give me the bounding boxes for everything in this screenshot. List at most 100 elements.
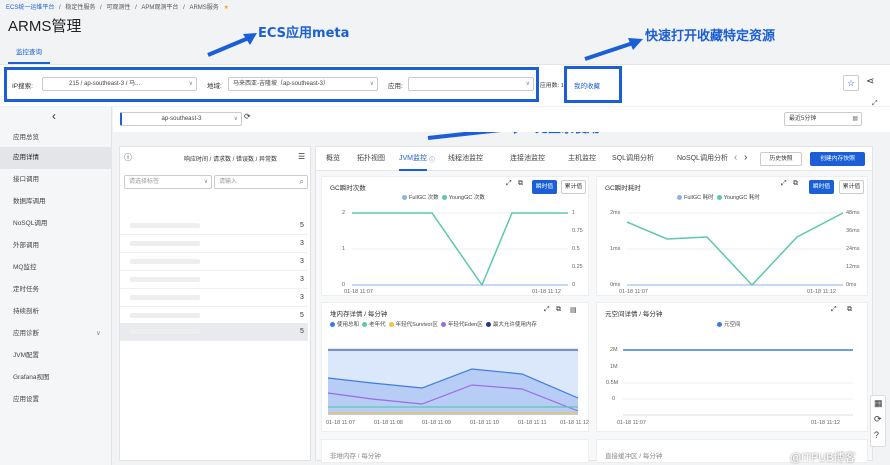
breadcrumb-sep: / (135, 5, 137, 11)
calendar-icon[interactable]: ▦ (874, 398, 883, 409)
sidebar-item-app-detail[interactable]: 应用详情 (0, 147, 112, 169)
history-snapshot-button[interactable]: 历史快照 (760, 152, 802, 166)
tab-nosql[interactable]: NoSQL调用分析 (677, 147, 733, 171)
sidebar-item-jvm-config[interactable]: JVM配置 (0, 345, 112, 367)
y-tick: 1 (342, 246, 346, 252)
y-tick: 12ms (846, 264, 860, 270)
star-icon[interactable]: ★ (223, 5, 228, 11)
nonheap-chart: 非堆内存 / 每分钟 (321, 439, 589, 463)
chevron-right-icon[interactable]: › (744, 152, 747, 163)
app-count: 应用数: 1 (540, 83, 564, 89)
share-icon[interactable]: ⋖ (866, 76, 874, 87)
sidebar-item-interface[interactable]: 接口调用 (0, 169, 112, 191)
x-tick: 01-18 11:07 (326, 420, 355, 426)
app-select[interactable]: ∨ (408, 77, 534, 91)
create-snapshot-button[interactable]: 创建内存快照 (810, 152, 865, 166)
x-tick: 01-18 11:12 (811, 420, 840, 426)
search-input[interactable]: 请输入 ⌕ (214, 175, 308, 189)
chevron-down-icon: ∨ (188, 81, 193, 87)
gc-time-chart: GC瞬时耗时 ⤢ ⧉ 瞬时值 累计值 FullGC 耗时 YoungGC 耗时 … (596, 176, 868, 296)
tab-monitor-query[interactable]: 监控查询 (8, 44, 50, 64)
annotation-ecs-meta: ECS应用meta (258, 26, 350, 41)
region-select[interactable]: 马来西亚-吉隆坡（ap-southeast-3） ∨ (228, 77, 378, 91)
ip-search-select[interactable]: 215 / ap-southeast-3 / 马... ∨ (42, 77, 197, 91)
y-tick: 2M (610, 347, 618, 353)
tab-sql[interactable]: SQL调用分析 (612, 147, 654, 171)
list-item[interactable]: 3 (120, 235, 308, 253)
tab-topology[interactable]: 拓扑视图 (357, 147, 385, 171)
refresh-icon[interactable]: ⟳ (874, 414, 882, 425)
sidebar-item-scheduled[interactable]: 定时任务 (0, 279, 112, 301)
breadcrumb-sep: / (183, 5, 185, 11)
sidebar-item-overview[interactable]: 应用总览 (0, 127, 112, 149)
y-tick: 0 (572, 282, 576, 288)
arrow-icon (584, 38, 643, 61)
chevron-down-icon: ∨ (233, 116, 238, 122)
sidebar-item-db[interactable]: 数据库调用 (0, 191, 112, 213)
list-item[interactable]: 5 (120, 217, 308, 235)
heap-memory-chart: 堆内存详情 / 每分钟 ⤢ ⧉ ▤ 使用总和 老年代 年轻代Survivor区 … (321, 302, 589, 432)
sidebar-item-external[interactable]: 外部调用 (0, 235, 112, 257)
list-item[interactable]: 3 (120, 271, 308, 289)
chevron-left-icon[interactable]: ‹ (734, 152, 737, 163)
breadcrumb-item[interactable]: APM观测平台 (141, 5, 178, 11)
calendar-icon: ▦ (852, 116, 858, 122)
collapse-icon[interactable]: ‹ (52, 109, 56, 123)
sidebar-item-settings[interactable]: 应用设置 (0, 389, 112, 411)
help-icon[interactable]: ⓘ (429, 155, 435, 164)
y-tick: 0.5M (606, 380, 619, 386)
search-icon: ⌕ (299, 177, 304, 186)
favorites-link[interactable]: 我的收藏 (574, 80, 600, 90)
tab-connpool[interactable]: 连接池监控 (510, 147, 545, 171)
expand-icon[interactable]: ⤢ (872, 100, 878, 108)
time-range-select[interactable]: 最近5分钟 ▦ (784, 112, 862, 126)
breadcrumb-sep: / (59, 5, 61, 11)
ip-search-label: IP搜索: (12, 83, 33, 90)
x-tick: 01-18 11:07 (619, 289, 648, 295)
tab-threadpool[interactable]: 线程池监控 (448, 147, 483, 171)
list-item[interactable]: 3 (120, 289, 308, 307)
breadcrumb-item[interactable]: 可观测性 (106, 5, 130, 11)
sidebar-item-profiling[interactable]: 持续剖析 (0, 301, 112, 323)
list-header[interactable]: 响应时间 / 请求数 / 错误数 / 异常数 (184, 154, 277, 163)
sidebar-item-grafana[interactable]: Grafana视图 (0, 367, 112, 389)
sort-icon[interactable]: ☰ (298, 152, 305, 161)
breadcrumb: ECS统一运维平台 / 稳定性服务 / 可观测性 / APM观测平台 / ARM… (6, 2, 232, 11)
sidebar: ‹ 应用总览 应用详情 接口调用 数据库调用 NoSQL调用 外部调用 MQ监控… (0, 107, 112, 465)
x-tick: 01-18 11:09 (422, 420, 451, 426)
breadcrumb-item[interactable]: ECS统一运维平台 (6, 5, 54, 11)
x-tick: 01-18 11:08 (374, 420, 403, 426)
region-label: 地域: (207, 83, 222, 90)
tab-host[interactable]: 主机监控 (568, 147, 596, 171)
y-tick: 0.5 (572, 246, 580, 252)
breadcrumb-sep: / (100, 5, 102, 11)
star-icon[interactable]: ☆ (843, 75, 859, 91)
x-tick: 01-18 11:07 (617, 420, 646, 426)
sidebar-item-mq[interactable]: MQ监控 (0, 257, 112, 279)
list-item[interactable]: 3 (120, 253, 308, 271)
metaspace-plot (623, 349, 853, 416)
tag-select[interactable]: 请选择标签 ∨ (124, 175, 212, 189)
y-tick: 2 (342, 210, 346, 216)
breadcrumb-item[interactable]: ARMS服务 (189, 5, 218, 11)
sidebar-item-diagnosis[interactable]: 应用诊断 ∨ (0, 323, 112, 345)
refresh-icon[interactable]: ⟳ (244, 112, 251, 121)
tab-jvm[interactable]: JVM监控 (399, 147, 427, 171)
detail-panel: 概览 拓扑视图 JVM监控 ⓘ 线程池监控 连接池监控 主机监控 SQL调用分析… (315, 146, 873, 463)
help-icon[interactable]: ⓘ (124, 152, 132, 163)
x-tick: 01-18 11:07 (344, 289, 373, 295)
breadcrumb-item[interactable]: 稳定性服务 (65, 5, 95, 11)
metaspace-chart: 元空间详情 / 每分钟 ⤢ ⧉ 元空间 2M 1M 0.5M 0 01-18 1… (596, 302, 868, 432)
list-item-selected[interactable]: 5 (120, 323, 308, 341)
help-icon[interactable]: ? (874, 430, 879, 440)
chevron-down-icon: ∨ (369, 81, 374, 87)
app-list-panel: ⓘ 响应时间 / 请求数 / 错误数 / 异常数 ☰ 请选择标签 ∨ 请输入 ⌕ 5… (119, 146, 311, 461)
y-tick: 0.25 (572, 264, 583, 270)
y-tick: 0ms (610, 282, 621, 288)
region-mini-select[interactable]: ap-southeast-3 ∨ (120, 112, 242, 126)
arrow-icon (207, 33, 257, 57)
chart-title: 直接缓冲区 / 每分钟 (605, 453, 663, 460)
sidebar-item-nosql[interactable]: NoSQL调用 (0, 213, 112, 235)
tab-overview[interactable]: 概览 (326, 147, 340, 171)
annotation-favorites: 快速打开收藏特定资源 (645, 29, 776, 44)
